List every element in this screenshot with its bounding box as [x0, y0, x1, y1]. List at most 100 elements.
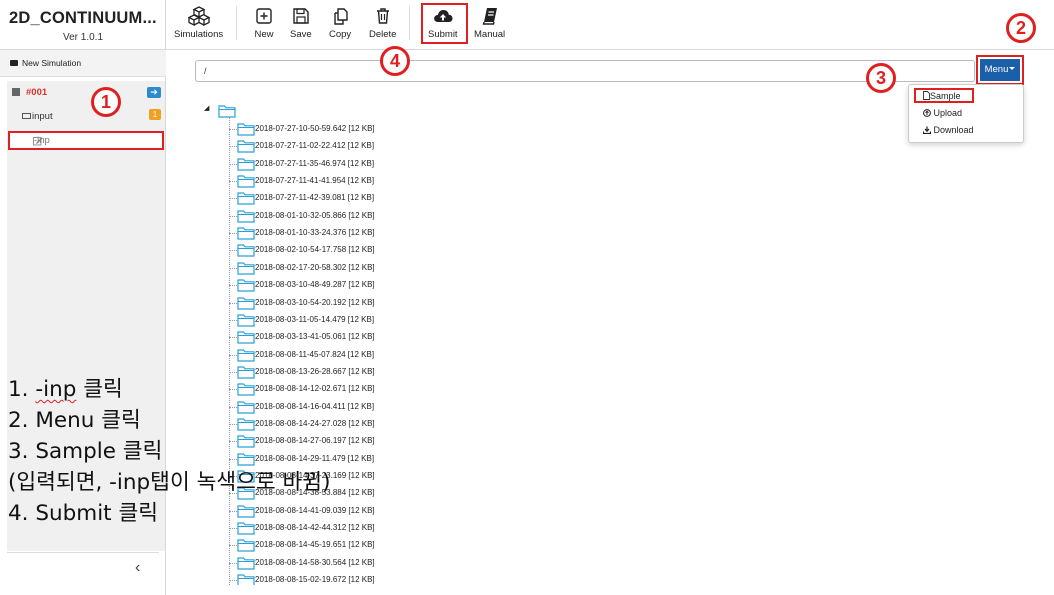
tree-item[interactable]: 2018-08-02-17-20-58.302 [12 KB] — [229, 260, 589, 277]
tree-item[interactable]: 2018-08-08-14-58-30.564 [12 KB] — [229, 555, 589, 572]
tree-connector — [229, 545, 237, 547]
simulations-button[interactable]: Simulations — [174, 6, 223, 40]
tree-item[interactable]: 2018-08-03-11-05-14.479 [12 KB] — [229, 312, 589, 329]
tree-item[interactable]: 2018-08-01-10-33-24.376 [12 KB] — [229, 225, 589, 242]
tree-item-label: 2018-07-27-11-02-22.412 [12 KB] — [255, 141, 375, 151]
new-label: New — [254, 29, 274, 40]
instruction-step-1-action: 클릭 — [76, 377, 123, 402]
folder-icon — [10, 60, 18, 66]
instruction-step-3: 3. Sample 클릭 — [8, 439, 163, 464]
simulations-label: Simulations — [174, 29, 224, 40]
tree-connector — [229, 285, 237, 287]
tree-item[interactable]: 2018-08-08-15-02-19.672 [12 KB] — [229, 572, 589, 585]
plus-square-icon — [256, 8, 272, 24]
tree-item[interactable]: 2018-07-27-11-41-41.954 [12 KB] — [229, 173, 589, 190]
input-count-badge: 1 — [149, 109, 161, 120]
tree-item-label: 2018-08-01-10-32-05.866 [12 KB] — [255, 210, 375, 220]
menu-label: Menu — [984, 64, 1009, 75]
instruction-step-1: 1. -inp 클릭 — [8, 374, 330, 405]
tree-item[interactable]: 2018-07-27-11-42-39.081 [12 KB] — [229, 190, 589, 207]
tree-connector — [229, 319, 237, 321]
menu-button[interactable]: Menu — [976, 55, 1024, 85]
input-folder-item[interactable]: input — [22, 111, 53, 122]
expand-arrow-icon[interactable]: ◢ — [204, 104, 209, 112]
tree-item-label: 2018-07-27-11-35-46.974 [12 KB] — [255, 158, 375, 168]
tree-item[interactable]: 2018-08-03-10-48-49.287 [12 KB] — [229, 277, 589, 294]
folder-icon — [237, 557, 255, 570]
trash-icon — [376, 8, 389, 24]
manual-button[interactable]: Manual — [474, 6, 505, 40]
simulation-item[interactable]: #001 — [12, 87, 47, 98]
cubes-icon — [187, 6, 210, 26]
menu-dropdown: Sample Upload Download — [908, 84, 1024, 143]
menu-item-download[interactable]: Download — [922, 125, 974, 135]
folder-icon — [237, 348, 255, 362]
copy-button[interactable]: Copy — [329, 6, 351, 40]
tree-item[interactable]: 2018-07-27-11-02-22.412 [12 KB] — [229, 138, 589, 155]
root-folder-icon[interactable] — [218, 104, 236, 118]
tree-item-label: 2018-08-03-10-48-49.287 [12 KB] — [255, 280, 375, 290]
open-simulation-arrow-icon[interactable]: ➔ — [147, 87, 161, 98]
callout-3: 3 — [866, 63, 896, 93]
folder-icon — [237, 314, 255, 327]
tree-item[interactable]: 2018-08-02-10-54-17.758 [12 KB] — [229, 242, 589, 259]
folder-icon — [237, 244, 255, 258]
instruction-step-4: 4. Submit 클릭 — [8, 501, 159, 526]
tree-item-label: 2018-08-03-11-05-14.479 [12 KB] — [255, 314, 375, 324]
folder-icon — [237, 140, 255, 153]
tree-connector — [229, 198, 237, 200]
simulation-icon — [12, 88, 20, 96]
callout-1: 1 — [91, 87, 121, 117]
folder-icon — [237, 227, 255, 240]
tree-item[interactable]: 2018-08-01-10-32-05.866 [12 KB] — [229, 208, 589, 225]
tree-item-label: 2018-08-08-11-45-07.824 [12 KB] — [255, 349, 375, 359]
collapse-sidebar-icon[interactable]: ‹ — [135, 559, 140, 577]
delete-button[interactable]: Delete — [369, 6, 396, 40]
menu-item-sample[interactable]: Sample — [914, 88, 974, 103]
folder-icon — [237, 296, 255, 310]
sidebar-divider — [7, 552, 159, 553]
tree-item-label: 2018-08-08-14-45-19.651 [12 KB] — [255, 540, 375, 550]
tree-item[interactable]: 2018-08-08-11-45-07.824 [12 KB] — [229, 347, 589, 364]
toolbar-divider — [236, 6, 237, 40]
tree-item[interactable]: 2018-07-27-10-50-59.642 [12 KB] — [229, 121, 589, 138]
new-button[interactable]: New — [254, 6, 274, 40]
folder-icon — [237, 539, 255, 552]
folder-icon — [237, 175, 255, 188]
tree-connector — [229, 163, 237, 165]
app-title: 2D_CONTINUUM... — [9, 9, 157, 27]
tree-connector — [229, 146, 237, 148]
simulation-name: #001 — [26, 87, 48, 98]
folder-icon — [237, 123, 255, 136]
download-icon — [922, 126, 932, 135]
path-input[interactable] — [195, 60, 975, 82]
tree-connector — [229, 129, 237, 130]
tree-item-label: 2018-07-27-10-50-59.642 [12 KB] — [255, 124, 375, 133]
tree-connector — [229, 250, 237, 252]
menu-item-sample-label: Sample — [930, 91, 961, 101]
tree-item-label: 2018-08-03-10-54-20.192 [12 KB] — [255, 297, 375, 307]
tree-item[interactable]: 2018-08-03-10-54-20.192 [12 KB] — [229, 295, 589, 312]
tree-connector — [229, 267, 237, 269]
save-button[interactable]: Save — [290, 6, 312, 40]
tree-item-label: 2018-08-02-10-54-17.758 [12 KB] — [255, 245, 375, 255]
tree-connector — [229, 181, 237, 183]
folder-icon — [237, 158, 255, 171]
tree-item[interactable]: 2018-08-03-13-41-05.061 [12 KB] — [229, 329, 589, 346]
tree-connector — [229, 354, 237, 356]
upload-circle-icon — [923, 109, 931, 117]
new-simulation-button[interactable]: New Simulation — [0, 50, 166, 77]
instruction-step-1-number: 1. — [8, 377, 36, 402]
inp-tab[interactable]: -inp — [8, 131, 164, 150]
menu-item-upload[interactable]: Upload — [923, 108, 962, 118]
folder-icon — [237, 192, 255, 205]
new-simulation-label: New Simulation — [22, 58, 82, 68]
folder-icon — [237, 262, 255, 275]
tree-connector — [229, 371, 237, 373]
tree-item-label: 2018-08-03-13-41-05.061 [12 KB] — [255, 332, 375, 342]
tree-item[interactable]: 2018-08-08-14-45-19.651 [12 KB] — [229, 537, 589, 554]
menu-item-upload-label: Upload — [933, 108, 963, 118]
tree-item[interactable]: 2018-07-27-11-35-46.974 [12 KB] — [229, 156, 589, 173]
toolbar-divider — [409, 6, 410, 40]
callout-2: 2 — [1006, 13, 1036, 43]
